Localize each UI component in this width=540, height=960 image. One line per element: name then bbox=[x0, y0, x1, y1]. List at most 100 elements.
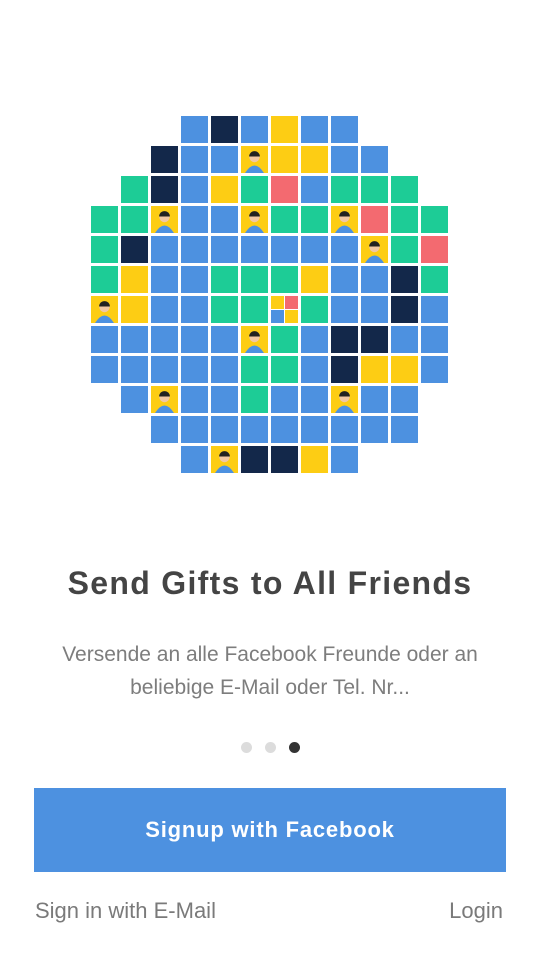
friend-tile bbox=[421, 326, 448, 353]
gift-cluster-icon bbox=[271, 296, 298, 323]
friend-tile bbox=[271, 386, 298, 413]
friend-tile bbox=[361, 176, 388, 203]
friend-avatar-icon[interactable] bbox=[241, 326, 268, 353]
friend-tile bbox=[391, 416, 418, 443]
login-link[interactable]: Login bbox=[449, 898, 503, 924]
friend-avatar-icon[interactable] bbox=[91, 296, 118, 323]
friend-tile bbox=[151, 176, 178, 203]
friend-tile bbox=[331, 236, 358, 263]
friend-tile bbox=[391, 356, 418, 383]
sign-in-email-link[interactable]: Sign in with E-Mail bbox=[35, 898, 216, 924]
friend-tile bbox=[301, 296, 328, 323]
friend-tile bbox=[91, 206, 118, 233]
friend-tile bbox=[211, 206, 238, 233]
friend-tile bbox=[331, 446, 358, 473]
friend-tile bbox=[211, 386, 238, 413]
friend-tile bbox=[181, 206, 208, 233]
friend-tile bbox=[361, 386, 388, 413]
friend-tile bbox=[151, 326, 178, 353]
friend-avatar-icon[interactable] bbox=[331, 386, 358, 413]
friend-tile bbox=[121, 176, 148, 203]
friend-tile bbox=[211, 116, 238, 143]
friend-tile bbox=[421, 206, 448, 233]
friend-tile bbox=[301, 446, 328, 473]
friend-tile bbox=[271, 326, 298, 353]
friend-tile bbox=[421, 296, 448, 323]
friend-avatar-icon[interactable] bbox=[211, 446, 238, 473]
friend-tile bbox=[181, 146, 208, 173]
friend-tile bbox=[181, 296, 208, 323]
friend-tile bbox=[151, 296, 178, 323]
friend-tile bbox=[421, 266, 448, 293]
friend-tile bbox=[271, 176, 298, 203]
friend-tile bbox=[151, 416, 178, 443]
friend-tile bbox=[151, 146, 178, 173]
page-dot-2[interactable] bbox=[264, 742, 276, 753]
friend-tile bbox=[331, 416, 358, 443]
friend-tile bbox=[301, 206, 328, 233]
friend-avatar-icon[interactable] bbox=[331, 206, 358, 233]
friend-tile bbox=[241, 176, 268, 203]
friend-tile bbox=[331, 356, 358, 383]
page-indicator bbox=[0, 742, 540, 754]
friend-avatar-icon[interactable] bbox=[241, 146, 268, 173]
friend-tile bbox=[421, 236, 448, 263]
signup-facebook-button[interactable]: Signup with Facebook bbox=[34, 788, 506, 872]
friend-tile bbox=[151, 266, 178, 293]
friend-tile bbox=[271, 116, 298, 143]
friend-avatar-icon[interactable] bbox=[241, 206, 268, 233]
friend-tile bbox=[121, 266, 148, 293]
friend-tile bbox=[91, 356, 118, 383]
friend-tile bbox=[391, 176, 418, 203]
friend-tile bbox=[211, 326, 238, 353]
friend-tile bbox=[421, 356, 448, 383]
friend-tile bbox=[271, 146, 298, 173]
friend-tile bbox=[331, 296, 358, 323]
friend-tile bbox=[361, 146, 388, 173]
friend-tile bbox=[91, 236, 118, 263]
friend-tile bbox=[121, 386, 148, 413]
friend-tile bbox=[121, 296, 148, 323]
friend-tile bbox=[211, 296, 238, 323]
friend-tile bbox=[121, 236, 148, 263]
friend-avatar-icon[interactable] bbox=[151, 206, 178, 233]
friend-tile bbox=[331, 266, 358, 293]
friend-tile bbox=[241, 116, 268, 143]
friend-tile bbox=[361, 326, 388, 353]
friend-tile bbox=[271, 236, 298, 263]
page-dot-1[interactable] bbox=[240, 742, 252, 753]
friend-tile bbox=[121, 356, 148, 383]
friend-tile bbox=[151, 236, 178, 263]
friend-tile bbox=[181, 176, 208, 203]
friend-tile bbox=[391, 296, 418, 323]
friend-tile bbox=[271, 356, 298, 383]
friend-tile bbox=[301, 356, 328, 383]
friend-tile bbox=[181, 386, 208, 413]
page-dot-3[interactable] bbox=[288, 742, 300, 753]
friend-tile bbox=[211, 266, 238, 293]
friend-tile bbox=[271, 206, 298, 233]
friend-tile bbox=[301, 116, 328, 143]
friend-tile bbox=[151, 356, 178, 383]
onboarding-subtitle: Versende an alle Facebook Freunde oder a… bbox=[62, 643, 478, 699]
friend-tile bbox=[241, 446, 268, 473]
friend-tile bbox=[271, 416, 298, 443]
friend-tile bbox=[181, 416, 208, 443]
friend-tile bbox=[241, 416, 268, 443]
friend-tile bbox=[391, 236, 418, 263]
friend-tile bbox=[211, 356, 238, 383]
friend-tile bbox=[361, 356, 388, 383]
friend-avatar-icon[interactable] bbox=[151, 386, 178, 413]
friend-tile bbox=[181, 236, 208, 263]
friend-avatar-icon[interactable] bbox=[361, 236, 388, 263]
friend-tile bbox=[361, 206, 388, 233]
friend-tile bbox=[211, 146, 238, 173]
friend-tile bbox=[331, 146, 358, 173]
friend-tile bbox=[211, 416, 238, 443]
friend-tile bbox=[181, 446, 208, 473]
friend-tile bbox=[91, 326, 118, 353]
friend-tile bbox=[241, 386, 268, 413]
friend-tile bbox=[331, 326, 358, 353]
friend-tile bbox=[211, 176, 238, 203]
friend-tile bbox=[181, 266, 208, 293]
